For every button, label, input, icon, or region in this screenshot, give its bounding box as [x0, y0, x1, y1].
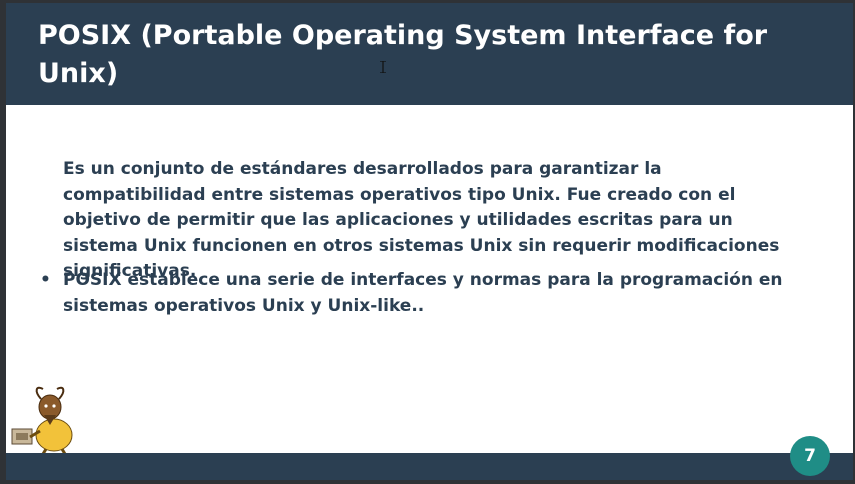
- slide-footer: [6, 453, 853, 480]
- slide-body: Es un conjunto de estándares desarrollad…: [6, 105, 853, 455]
- presentation-viewer: POSIX (Portable Operating System Interfa…: [0, 0, 855, 484]
- page-number-badge: 7: [790, 436, 830, 476]
- gnu-mascot-icon: [11, 386, 73, 460]
- bullet-paragraph: POSIX establece una serie de interfaces …: [63, 270, 783, 316]
- slide: POSIX (Portable Operating System Interfa…: [6, 3, 853, 480]
- text-cursor-icon: [380, 61, 386, 73]
- bullet-point-icon: •: [40, 270, 51, 290]
- slide-header: POSIX (Portable Operating System Interfa…: [6, 3, 853, 105]
- slide-title: POSIX (Portable Operating System Interfa…: [38, 20, 768, 89]
- intro-paragraph: Es un conjunto de estándares desarrollad…: [63, 159, 780, 281]
